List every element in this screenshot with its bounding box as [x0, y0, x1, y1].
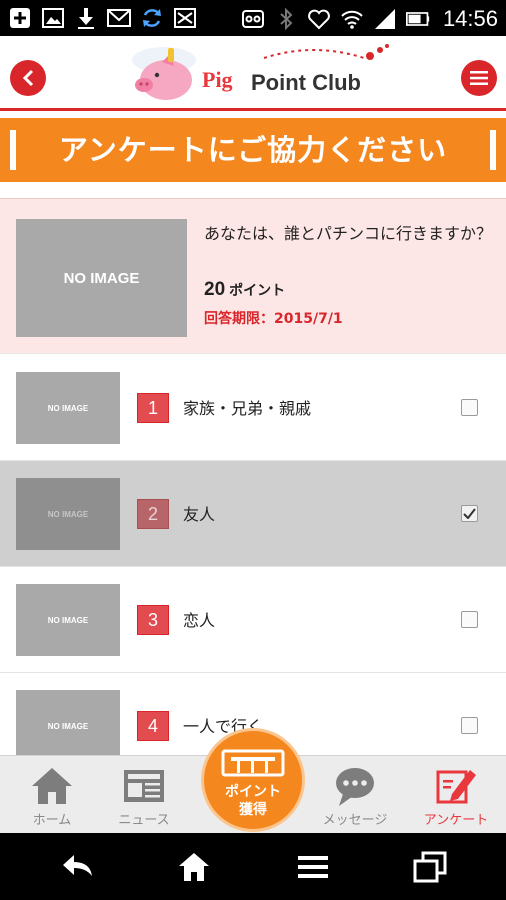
answer-checkbox[interactable]	[461, 505, 478, 522]
title-banner: アンケートにご協力ください	[0, 118, 506, 182]
nav-survey[interactable]: アンケート	[406, 756, 506, 834]
bluetooth-icon	[280, 7, 293, 31]
back-arrow-icon	[22, 69, 34, 87]
system-navigation-bar	[0, 833, 506, 900]
back-button[interactable]	[10, 60, 46, 96]
get-points-button[interactable]: ポイント 獲得	[201, 728, 305, 832]
status-bar: 14:56	[0, 0, 506, 36]
inbox-icon	[174, 8, 196, 28]
clock-time: 14:56	[442, 6, 498, 31]
nav-home[interactable]: ホーム	[2, 756, 102, 834]
question-text: あなたは、誰とパチンコに行きますか？	[204, 224, 493, 243]
menu-button[interactable]	[461, 60, 497, 96]
page-title: アンケートにご協力ください	[58, 133, 448, 167]
get-points-label-line1: ポイント	[225, 784, 281, 800]
get-points-label: ポイント 獲得	[204, 783, 302, 819]
system-recent-apps-icon[interactable]	[412, 850, 448, 884]
heart-icon	[308, 9, 330, 30]
nav-home-label: ホーム	[32, 813, 72, 828]
system-home-icon[interactable]	[176, 850, 212, 884]
logo-pig-text: Pig	[202, 67, 233, 92]
download-icon	[78, 8, 94, 29]
newspaper-icon	[124, 770, 164, 802]
logo-text: Point Club	[251, 70, 361, 95]
question-image-placeholder: NO IMAGE	[16, 219, 187, 337]
points-unit: ポイント	[229, 283, 286, 299]
answer-option-2[interactable]: NO IMAGE 2 友人	[0, 461, 506, 567]
answer-image-placeholder: NO IMAGE	[16, 478, 120, 550]
question-points: 20 ポイント	[204, 279, 285, 301]
nav-messages[interactable]: メッセージ	[305, 756, 405, 834]
answer-option-3[interactable]: NO IMAGE 3 恋人	[0, 567, 506, 673]
pig-point-club-logo: Pig Point Club	[124, 40, 394, 106]
answer-image-placeholder: NO IMAGE	[16, 584, 120, 656]
answer-label: 友人	[183, 505, 216, 524]
answer-checkbox[interactable]	[461, 611, 478, 628]
answer-list: NO IMAGE 1 家族・兄弟・親戚 NO IMAGE 2 友人 NO IMA…	[0, 355, 506, 755]
nav-messages-label: メッセージ	[322, 813, 388, 828]
get-points-label-line2: 獲得	[239, 802, 267, 818]
answer-image-placeholder: NO IMAGE	[16, 372, 120, 444]
sync-icon	[143, 9, 161, 27]
answer-number-badge: 2	[137, 499, 169, 529]
nav-news-label: ニュース	[118, 813, 170, 828]
answer-deadline: 回答期限：2015/7/1	[204, 311, 343, 327]
answer-image-placeholder: NO IMAGE	[16, 690, 120, 755]
answer-label: 恋人	[183, 611, 216, 630]
answer-option-1[interactable]: NO IMAGE 1 家族・兄弟・親戚	[0, 355, 506, 461]
answer-label: 家族・兄弟・親戚	[183, 399, 312, 418]
banner-right-bar	[490, 130, 496, 170]
question-card: NO IMAGE あなたは、誰とパチンコに行きますか？ 20 ポイント 回答期限：…	[0, 198, 506, 354]
answer-checkbox[interactable]	[461, 399, 478, 416]
system-back-icon[interactable]	[60, 850, 96, 884]
signal-icon	[374, 9, 395, 29]
gift-card-icon	[221, 749, 285, 777]
wifi-icon	[341, 10, 363, 29]
checkmark-icon	[463, 508, 476, 519]
voicemail-icon	[241, 10, 264, 28]
points-value: 20	[204, 279, 226, 300]
answer-number-badge: 4	[137, 711, 169, 741]
battery-icon	[405, 12, 430, 26]
system-menu-icon[interactable]	[295, 850, 331, 884]
home-icon	[32, 768, 72, 804]
add-icon	[10, 8, 30, 28]
app-header: Pig Point Club	[0, 36, 506, 110]
nav-news[interactable]: ニュース	[94, 756, 194, 834]
answer-checkbox[interactable]	[461, 717, 478, 734]
mail-icon	[107, 9, 131, 27]
image-icon	[42, 8, 64, 28]
answer-number-badge: 1	[137, 393, 169, 423]
survey-pencil-icon	[436, 770, 476, 804]
answer-number-badge: 3	[137, 605, 169, 635]
speech-bubble-icon	[336, 768, 374, 806]
nav-survey-label: アンケート	[423, 813, 489, 828]
header-divider	[0, 108, 506, 111]
hamburger-menu-icon	[470, 71, 488, 85]
